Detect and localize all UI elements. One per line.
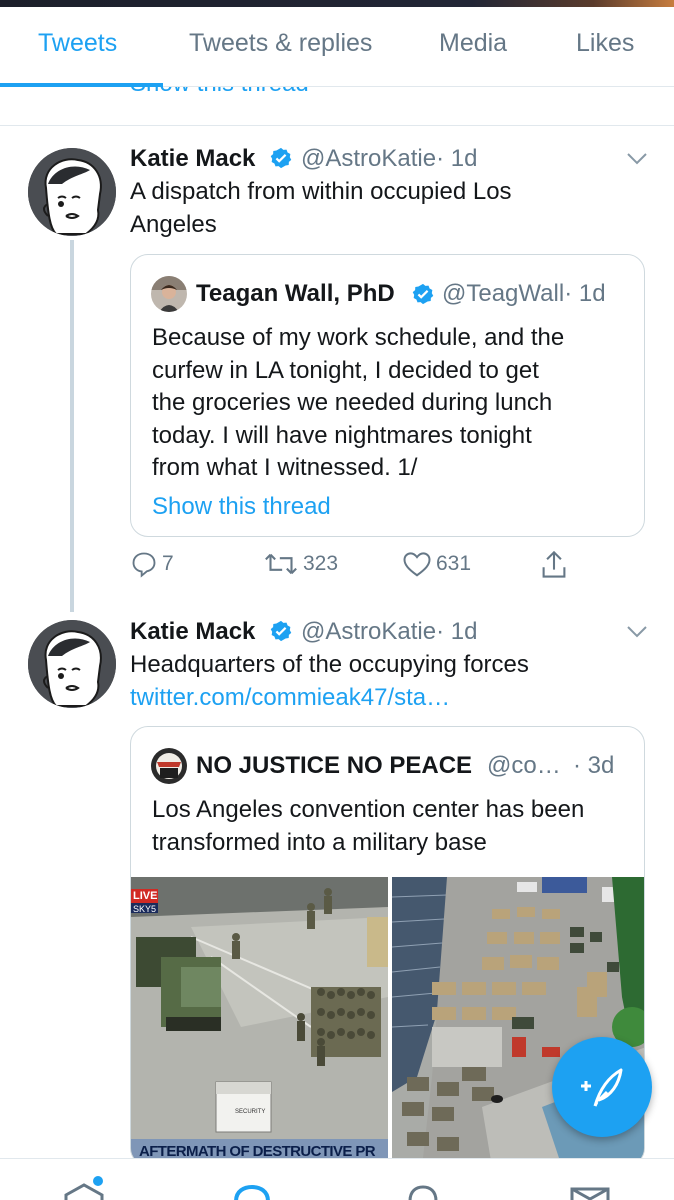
quoted-author-handle: @TeagWall· 1d [442,280,606,307]
verified-badge-icon [270,147,292,169]
tab-tweets-and-replies[interactable]: Tweets & replies [189,29,372,58]
reply-button[interactable]: 7 [130,550,174,578]
retweet-icon [265,553,297,575]
compose-tweet-icon [581,1068,623,1107]
share-icon [542,550,566,578]
quoted-tweet-text: Los Angeles convention center has been t… [152,796,585,856]
unread-dot-icon [93,1176,103,1186]
tweet-author-handle[interactable]: @AstroKatie· 1d [301,618,477,646]
tab-media[interactable]: Media [439,29,507,58]
show-thread-link[interactable]: Show this thread [152,493,331,521]
like-button[interactable]: 631 [402,550,471,578]
chevron-down-icon[interactable] [626,152,648,166]
avatar[interactable] [28,620,116,708]
tweet-timestamp[interactable]: · 1d [436,145,477,172]
live-badge: LIVE [133,890,158,902]
bottom-navigation [0,1158,674,1200]
share-button[interactable] [540,550,568,580]
quoted-tweet-timestamp: · 3d [573,752,615,779]
tweet-actions: 7 323 631 [130,550,580,582]
tweet-timestamp[interactable]: · 1d [436,618,477,645]
station-label: SKY5 [133,904,157,914]
tab-tweets[interactable]: Tweets [38,29,117,58]
verified-badge-icon [412,283,434,305]
tweet-author-name[interactable]: Katie Mack [130,145,255,173]
messages-icon[interactable] [570,1187,610,1200]
quoted-avatar [151,276,187,312]
quoted-tweet-text: Because of my work schedule, and the cur… [152,324,565,481]
avatar[interactable] [28,148,116,236]
quoted-author-name: NO JUSTICE NO PEACE [196,752,473,779]
tweet-link[interactable]: twitter.com/commieak47/sta… [130,681,630,714]
verified-badge-icon [270,620,292,642]
media-image-left[interactable]: LIVE SKY5 SECURITY AFTERMATH OF DESTRUCT… [131,877,388,1165]
quoted-author-handle: @co… [487,752,561,779]
notifications-icon[interactable] [406,1185,440,1200]
tweet-separator [0,125,674,126]
chevron-down-icon[interactable] [626,625,648,639]
retweet-button[interactable]: 323 [263,550,338,578]
tweet-author-name[interactable]: Katie Mack [130,618,255,646]
search-icon[interactable] [232,1185,272,1200]
reply-icon [132,552,156,578]
tweet-text: A dispatch from within occupied Los Ange… [130,178,512,238]
active-tab-indicator [0,83,163,87]
tab-likes[interactable]: Likes [576,29,634,58]
status-bar-strip [0,0,674,7]
thread-connector-line [70,240,74,612]
tweet-author-handle[interactable]: @AstroKatie· 1d [301,145,477,173]
compose-tweet-button[interactable] [552,1037,652,1137]
heart-icon [403,552,431,577]
quoted-author-name: Teagan Wall, PhD [196,280,395,307]
quoted-avatar [151,748,187,784]
tweet-text: Headquarters of the occupying forces twi… [130,648,630,714]
profile-tabs: Tweets Tweets & replies Media Likes [0,7,674,87]
security-label: SECURITY [235,1109,266,1115]
quoted-tweet[interactable]: Teagan Wall, PhD @TeagWall· 1d Because o… [130,254,645,537]
